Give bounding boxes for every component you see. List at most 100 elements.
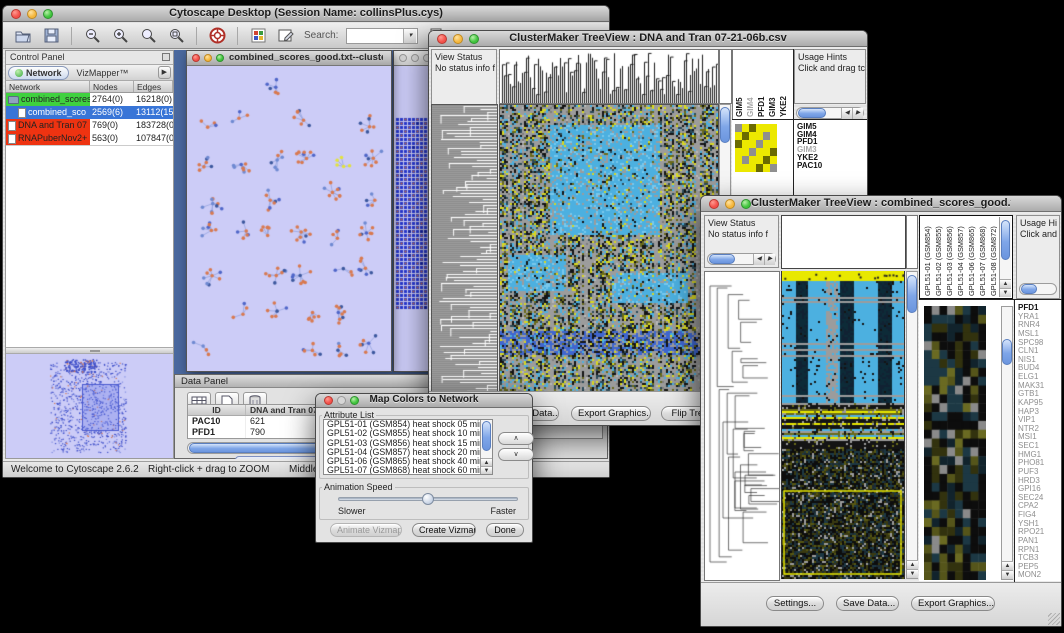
column-edges[interactable]: Edges bbox=[134, 81, 173, 92]
column-labels-1[interactable]: GIM5GIM4PFD1GIM3YKE2PAC10 bbox=[735, 63, 791, 117]
zoom-heatmap-canvas[interactable] bbox=[924, 306, 986, 580]
scroll-right-arrow[interactable]: ▶ bbox=[764, 254, 775, 265]
export-graphics-button[interactable]: Export Graphics... bbox=[571, 406, 651, 421]
move-down-button[interactable]: ∨ bbox=[498, 448, 534, 461]
open-session-button[interactable] bbox=[13, 26, 33, 46]
zoom-vscrollbar[interactable]: ▲▼ bbox=[1001, 306, 1013, 580]
scrollbar-thumb[interactable] bbox=[720, 107, 730, 143]
save-session-button[interactable] bbox=[41, 26, 61, 46]
column-network[interactable]: Network bbox=[6, 81, 90, 92]
export-graphics-button[interactable]: Export Graphics... bbox=[911, 596, 995, 611]
column-label[interactable]: GPL51-08 (GSM872) bbox=[989, 218, 997, 296]
gene-labels[interactable]: PFD1YRA1RNR4MSL1SPC98CLN1NIS1BUD4ELG1MAK… bbox=[1018, 304, 1060, 581]
zoom-window-button[interactable] bbox=[741, 199, 751, 209]
scrollbar-thumb[interactable] bbox=[482, 421, 491, 451]
scroll-right-arrow[interactable]: ▶ bbox=[852, 108, 863, 119]
panel-divider-handle[interactable] bbox=[6, 347, 173, 354]
scrollbar-thumb[interactable] bbox=[1021, 284, 1037, 294]
usage-hscrollbar-2[interactable] bbox=[1019, 283, 1057, 295]
network-view-canvas[interactable] bbox=[187, 66, 391, 371]
scroll-down-arrow[interactable]: ▼ bbox=[1000, 288, 1011, 297]
scrollbar-thumb[interactable] bbox=[1002, 339, 1012, 365]
zoom-window-button[interactable] bbox=[216, 54, 224, 62]
global-vscrollbar[interactable]: ▲▼ bbox=[906, 271, 918, 579]
view-status-hscrollbar-2[interactable]: ◀▶ bbox=[707, 253, 776, 265]
row-dendrogram-canvas-1[interactable] bbox=[432, 105, 497, 392]
row-dendrogram-canvas-2[interactable] bbox=[705, 272, 779, 580]
tab-network[interactable]: Network bbox=[8, 66, 69, 80]
column-labels-2[interactable]: GPL51-01 (GSM854)GPL51-02 (GSM855) GPL51-… bbox=[923, 218, 997, 296]
search-input[interactable] bbox=[347, 30, 403, 42]
column-label[interactable]: GPL51-06 (GSM865) bbox=[967, 218, 976, 296]
scroll-down-arrow[interactable]: ▼ bbox=[907, 569, 918, 578]
gene-label[interactable]: MON2 bbox=[1018, 571, 1060, 580]
close-button[interactable] bbox=[709, 199, 719, 209]
minimize-button[interactable] bbox=[27, 9, 37, 19]
network-row[interactable]: combined_sco 2569(6) 13112(15) bbox=[6, 106, 173, 119]
column-label[interactable]: GPL51-07 (GSM868) bbox=[978, 218, 987, 296]
dialog-titlebar[interactable]: Map Colors to Network bbox=[316, 394, 532, 408]
similarity-matrix[interactable] bbox=[735, 124, 777, 172]
column-label[interactable]: PFD1 bbox=[757, 63, 766, 117]
slider-thumb[interactable] bbox=[422, 493, 434, 505]
scrollbar-thumb[interactable] bbox=[1001, 220, 1010, 260]
zoom-window-button[interactable] bbox=[469, 34, 479, 44]
minimize-button[interactable] bbox=[453, 34, 463, 44]
close-button[interactable] bbox=[437, 34, 447, 44]
attribute-list-item[interactable]: GPL51-07 (GSM868) heat shock 60 min bbox=[327, 466, 492, 475]
tab-vizmapper[interactable]: VizMapper™ bbox=[71, 67, 135, 79]
column-label[interactable]: GIM3 bbox=[768, 63, 777, 117]
search-dropdown-arrow[interactable]: ▾ bbox=[403, 29, 416, 43]
done-button[interactable]: Done bbox=[486, 523, 524, 537]
column-dendrogram-canvas[interactable] bbox=[500, 50, 718, 103]
settings-button[interactable]: Settings... bbox=[766, 596, 824, 611]
scroll-left-arrow[interactable]: ◀ bbox=[753, 254, 764, 265]
scroll-up-arrow[interactable]: ▲ bbox=[1002, 561, 1013, 570]
treeview2-titlebar[interactable]: ClusterMaker TreeView : combined_scores_… bbox=[701, 196, 1061, 212]
zoom-selected-button[interactable] bbox=[166, 26, 186, 46]
column-label[interactable]: GIM5 bbox=[735, 63, 744, 117]
heatmap-canvas-1[interactable] bbox=[500, 105, 718, 392]
scroll-down-arrow[interactable]: ▼ bbox=[1002, 570, 1013, 579]
zoom-window-button[interactable] bbox=[350, 396, 359, 405]
attribute-list-vscrollbar[interactable]: ▲▼ bbox=[480, 420, 492, 474]
scroll-up-arrow[interactable]: ▲ bbox=[1000, 279, 1011, 288]
zoom-in-button[interactable] bbox=[110, 26, 130, 46]
usage-hscrollbar[interactable]: ◀▶ bbox=[796, 107, 864, 119]
animate-vizmap-button[interactable]: Animate Vizmap bbox=[330, 523, 402, 537]
float-panel-icon[interactable] bbox=[162, 53, 170, 61]
treeview1-titlebar[interactable]: ClusterMaker TreeView : DNA and Tran 07-… bbox=[429, 31, 867, 47]
global-heatmap-canvas[interactable] bbox=[782, 271, 904, 579]
scroll-down-arrow[interactable]: ▼ bbox=[481, 466, 492, 474]
move-up-button[interactable]: ∧ bbox=[498, 432, 534, 445]
zoom-window-button[interactable] bbox=[43, 9, 53, 19]
resize-grip[interactable] bbox=[1048, 613, 1060, 625]
birdseye-canvas[interactable] bbox=[6, 354, 169, 456]
close-button[interactable] bbox=[324, 396, 333, 405]
column-id[interactable]: ID bbox=[188, 405, 246, 415]
create-vizmap-button[interactable]: Create Vizmap bbox=[412, 523, 476, 537]
column-label[interactable]: YKE2 bbox=[779, 63, 788, 117]
row-label[interactable]: PAC10 bbox=[797, 162, 822, 170]
scrollbar-thumb[interactable] bbox=[907, 275, 917, 313]
birdseye-overview[interactable] bbox=[6, 354, 173, 458]
row-labels-1[interactable]: GIM5GIM4PFD1GIM3YKE2PAC10 bbox=[797, 123, 822, 169]
save-data-button[interactable]: Save Data... bbox=[836, 596, 899, 611]
scroll-left-arrow[interactable]: ◀ bbox=[841, 108, 852, 119]
close-button[interactable] bbox=[192, 54, 200, 62]
column-label[interactable]: PAC10 bbox=[790, 63, 791, 117]
column-label[interactable]: GPL51-01 (GSM854) bbox=[923, 218, 932, 296]
tab-overflow-arrow[interactable]: ▶ bbox=[158, 66, 171, 79]
network-window-1-titlebar[interactable]: combined_scores_good.txt--cluste... bbox=[187, 51, 391, 66]
column-nodes[interactable]: Nodes bbox=[90, 81, 134, 92]
scrollbar-thumb[interactable] bbox=[798, 108, 826, 118]
help-lifering-icon[interactable] bbox=[207, 26, 227, 46]
column-label[interactable]: GPL51-02 (GSM855) bbox=[934, 218, 943, 296]
column-labels-vscrollbar[interactable]: ▲▼ bbox=[999, 217, 1011, 297]
minimize-button[interactable] bbox=[725, 199, 735, 209]
network-row[interactable]: combined_scores 2764(0) 16218(0) bbox=[6, 93, 173, 106]
column-label[interactable]: GIM4 bbox=[746, 63, 755, 117]
scroll-up-arrow[interactable]: ▲ bbox=[907, 560, 918, 569]
column-label[interactable]: GPL51-04 (GSM857) bbox=[956, 218, 965, 296]
scroll-up-arrow[interactable]: ▲ bbox=[481, 458, 492, 466]
